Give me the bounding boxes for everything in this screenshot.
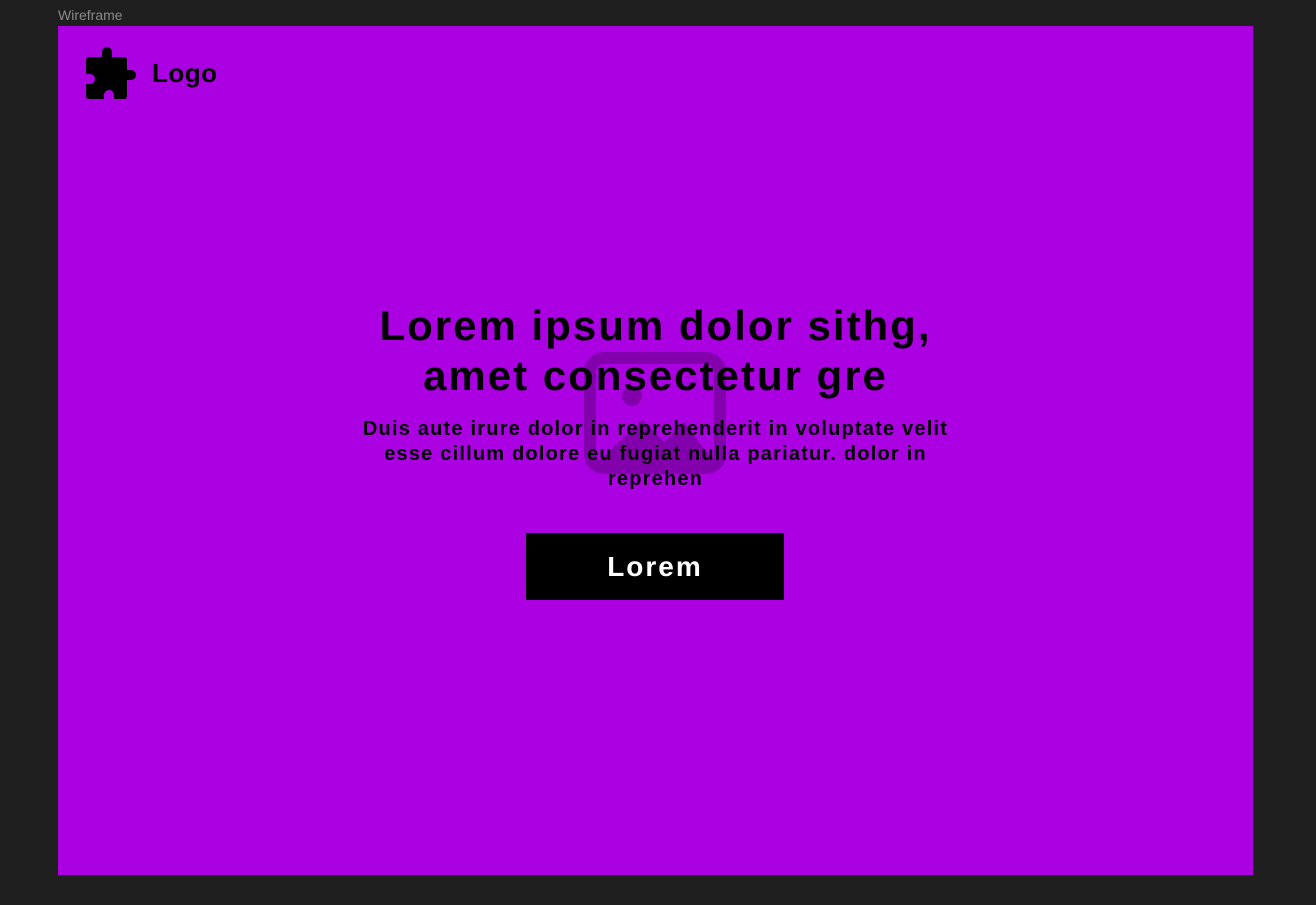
hero-title: Lorem ipsum dolor sithg, amet consectetu… bbox=[58, 301, 1253, 401]
hero-title-line-1: Lorem ipsum dolor sithg, bbox=[379, 302, 932, 349]
hero-title-line-2: amet consectetur gre bbox=[423, 352, 888, 399]
hero-section: Lorem ipsum dolor sithg, amet consectetu… bbox=[58, 301, 1253, 492]
hero-subtitle: Duis aute irure dolor in reprehenderit i… bbox=[362, 418, 949, 490]
design-canvas: Wireframe Logo Lorem ipsum dolor sithg, … bbox=[0, 0, 1316, 905]
logo[interactable]: Logo bbox=[86, 47, 218, 99]
puzzle-piece-icon bbox=[86, 47, 136, 99]
logo-text: Logo bbox=[152, 57, 218, 88]
wireframe-frame[interactable]: Logo Lorem ipsum dolor sithg, amet conse… bbox=[58, 26, 1253, 875]
cta-button[interactable]: Lorem bbox=[526, 533, 784, 600]
frame-label[interactable]: Wireframe bbox=[58, 7, 123, 23]
